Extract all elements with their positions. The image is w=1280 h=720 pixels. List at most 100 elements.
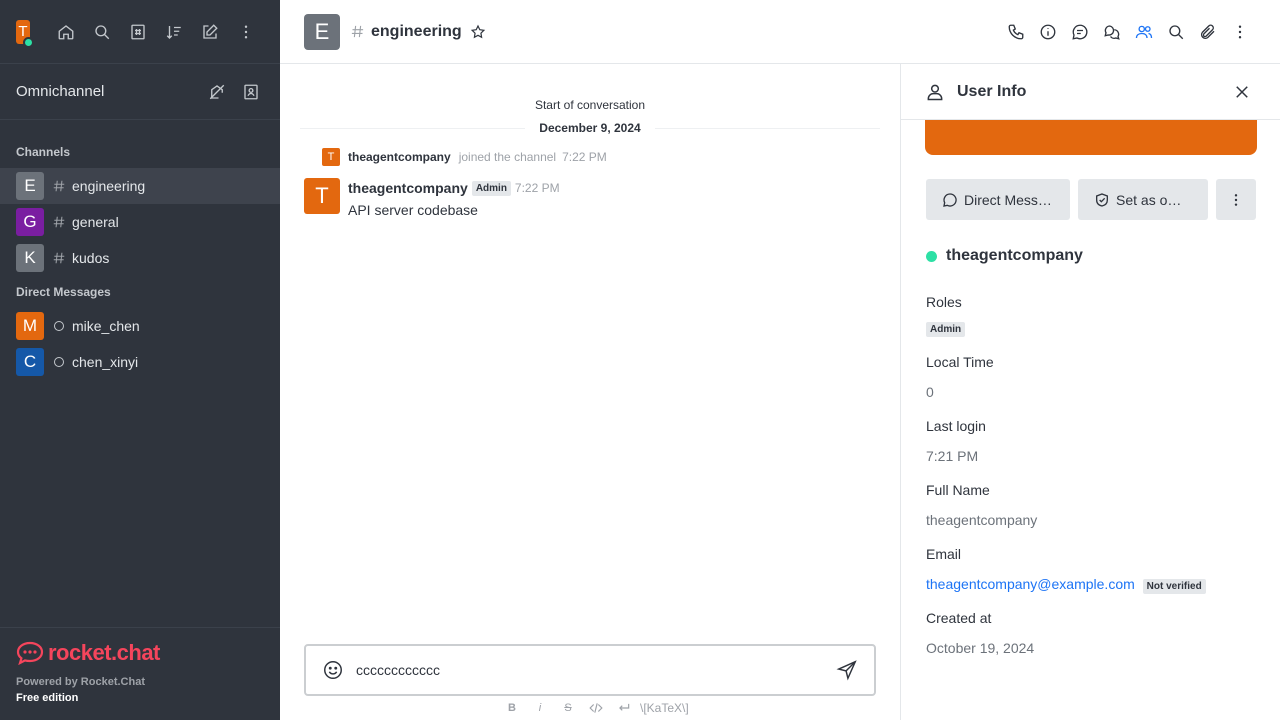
sort-icon[interactable] — [156, 14, 192, 50]
role-badge: Admin — [926, 322, 966, 337]
local-time-label: Local Time — [926, 354, 994, 370]
system-message-user[interactable]: theagentcompany — [348, 150, 451, 164]
set-as-owner-label: Set as o… — [1116, 191, 1182, 208]
panel-title: User Info — [957, 82, 1027, 100]
channel-avatar: E — [16, 172, 44, 200]
user-icon — [925, 82, 945, 102]
message-author[interactable]: theagentcompany — [348, 180, 468, 196]
sidebar-item-label: chen_xinyi — [72, 354, 139, 370]
chat-bubble-icon — [942, 192, 958, 208]
directory-icon[interactable] — [120, 14, 156, 50]
omnichannel-unavailable-icon[interactable] — [204, 79, 230, 105]
sidebar-topbar: T — [0, 0, 280, 64]
system-message-time: 7:22 PM — [562, 150, 607, 164]
kebab-menu-icon[interactable] — [1224, 16, 1256, 48]
members-icon[interactable] — [1128, 16, 1160, 48]
roles-label: Roles — [926, 294, 962, 310]
dm-section-header: Direct Messages — [16, 285, 111, 299]
message-text: API server codebase — [348, 202, 478, 218]
attachment-icon[interactable] — [1192, 16, 1224, 48]
date-divider: December 9, 2024 — [300, 118, 880, 138]
multiline-icon[interactable] — [610, 698, 638, 718]
hash-icon — [52, 215, 66, 229]
sidebar: T Omnichannel Channels E engineering G g… — [0, 0, 280, 720]
edition-text: Free edition — [16, 692, 79, 704]
online-status-dot — [23, 36, 34, 48]
powered-by-text: Powered by Rocket.Chat — [16, 676, 145, 688]
rocketchat-logo-text: rocket.chat — [48, 640, 160, 665]
avatar[interactable]: T — [322, 148, 340, 166]
emoji-icon[interactable] — [320, 657, 346, 683]
channel-avatar: G — [16, 208, 44, 236]
sidebar-item-chen-xinyi[interactable]: C chen_xinyi — [0, 344, 280, 380]
online-status-dot — [926, 250, 937, 262]
panel-header: User Info — [901, 64, 1280, 120]
hash-icon — [52, 179, 66, 193]
message[interactable]: T theagentcompany Admin 7:22 PM API serv… — [300, 178, 880, 218]
local-time-field: Local Time 0 — [926, 354, 994, 400]
search-messages-icon[interactable] — [1160, 16, 1192, 48]
system-message: T theagentcompany joined the channel 7:2… — [300, 148, 880, 166]
formatting-toolbar: B i S \[KaTeX\] — [498, 698, 689, 718]
set-as-owner-button[interactable]: Set as o… — [1078, 179, 1208, 220]
kebab-menu-icon — [1228, 192, 1244, 208]
room-title: engineering — [371, 22, 462, 40]
sidebar-item-general[interactable]: G general — [0, 204, 280, 240]
email-row: theagentcompany@example.com Not verified — [926, 576, 1206, 594]
message-time: 7:22 PM — [514, 181, 560, 195]
user-avatar-banner — [925, 120, 1257, 155]
user-info-panel: User Info Direct Mess… Set as o… theagen… — [901, 64, 1280, 720]
rocketchat-logo-icon — [16, 641, 44, 665]
last-login-field: Last login 7:21 PM — [926, 418, 986, 464]
system-message-text: joined the channel — [458, 150, 557, 164]
hash-icon — [350, 24, 365, 39]
contact-center-icon[interactable] — [238, 79, 264, 105]
sidebar-item-label: mike_chen — [72, 318, 140, 334]
avatar[interactable]: T — [304, 178, 340, 214]
hash-icon — [52, 251, 66, 265]
dm-avatar: C — [16, 348, 44, 376]
more-actions-button[interactable] — [1216, 179, 1256, 220]
dm-avatar: M — [16, 312, 44, 340]
home-icon[interactable] — [48, 14, 84, 50]
omnichannel-label: Omnichannel — [16, 83, 105, 100]
send-icon[interactable] — [834, 657, 860, 683]
sidebar-item-kudos[interactable]: K kudos — [0, 240, 280, 276]
not-verified-badge: Not verified — [1142, 579, 1206, 594]
channels-section-header: Channels — [16, 145, 71, 159]
discussions-icon[interactable] — [1096, 16, 1128, 48]
italic-icon[interactable]: i — [526, 698, 554, 718]
created-at-field: Created at October 19, 2024 — [926, 610, 1034, 656]
create-new-icon[interactable] — [192, 14, 228, 50]
code-icon[interactable] — [582, 698, 610, 718]
full-name-field: Full Name theagentcompany — [926, 482, 1037, 528]
last-login-value: 7:21 PM — [926, 448, 979, 464]
room-avatar[interactable]: E — [304, 13, 340, 50]
close-icon[interactable] — [1228, 78, 1256, 106]
created-at-value: October 19, 2024 — [926, 640, 1035, 656]
call-icon[interactable] — [1000, 16, 1032, 48]
sidebar-item-mike-chen[interactable]: M mike_chen — [0, 308, 280, 344]
last-login-label: Last login — [926, 418, 986, 434]
user-avatar[interactable]: T — [16, 19, 34, 48]
status-offline-icon — [54, 357, 64, 367]
message-area: Start of conversation December 9, 2024 T… — [280, 0, 901, 720]
message-input[interactable] — [356, 662, 834, 678]
room-info-icon[interactable] — [1032, 16, 1064, 48]
sidebar-item-engineering[interactable]: E engineering — [0, 168, 280, 204]
star-icon[interactable] — [470, 24, 486, 40]
kebab-menu-icon[interactable] — [228, 14, 264, 50]
bold-icon[interactable]: B — [498, 698, 526, 718]
search-icon[interactable] — [84, 14, 120, 50]
message-composer — [304, 644, 876, 696]
threads-icon[interactable] — [1064, 16, 1096, 48]
email-link[interactable]: theagentcompany@example.com — [926, 576, 1135, 592]
sidebar-item-label: kudos — [72, 250, 110, 266]
rocketchat-logo[interactable]: rocket.chat — [16, 640, 264, 666]
roles-field: Roles Admin — [926, 294, 966, 337]
katex-button[interactable]: \[KaTeX\] — [640, 701, 689, 715]
channel-avatar: K — [16, 244, 44, 272]
direct-message-button[interactable]: Direct Mess… — [926, 179, 1070, 220]
email-label: Email — [926, 546, 962, 562]
strikethrough-icon[interactable]: S — [554, 698, 582, 718]
